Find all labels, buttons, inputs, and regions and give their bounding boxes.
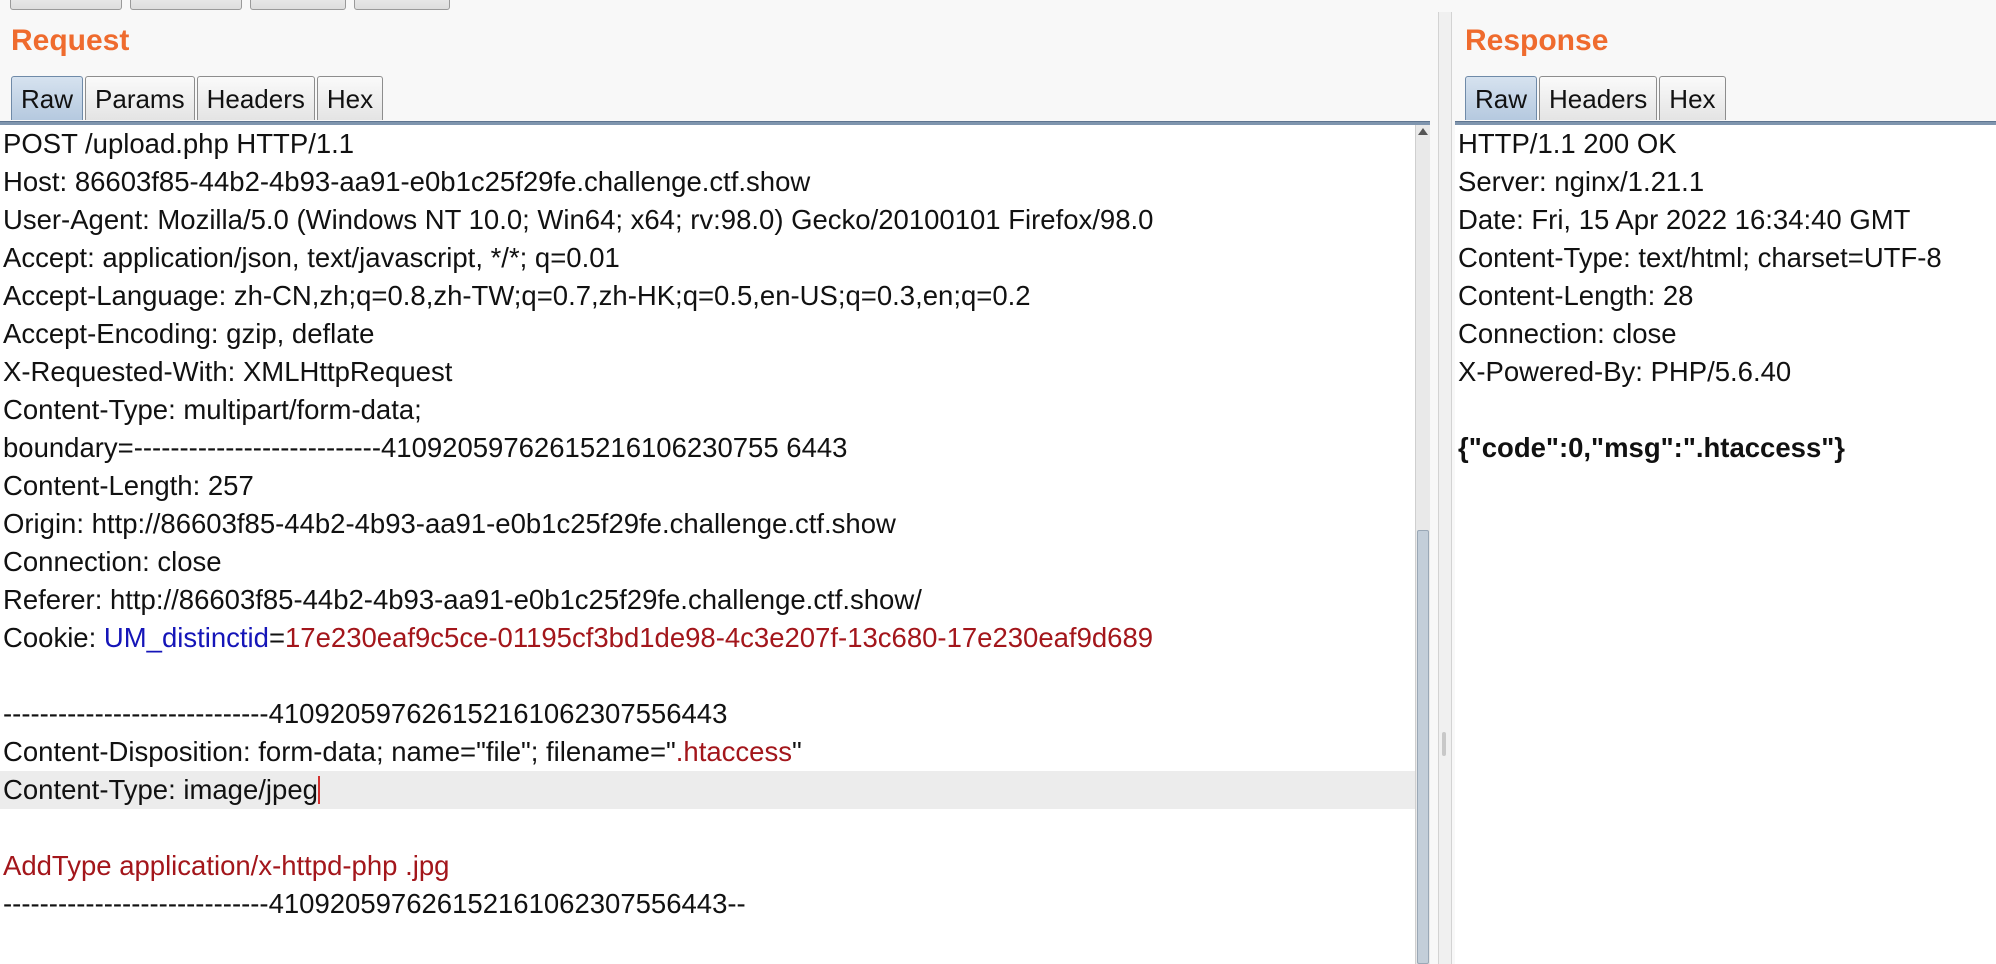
request-line-text: UM_distinctid (103, 622, 269, 653)
response-line: {"code":0,"msg":".htaccess"} (1455, 429, 1996, 467)
request-line-text: User-Agent: Mozilla/5.0 (Windows NT 10.0… (3, 204, 1154, 235)
request-line: boundary=---------------------------4109… (0, 429, 1430, 467)
request-line-text: Content-Type: multipart/form-data; (3, 394, 422, 425)
request-line: Accept-Encoding: gzip, deflate (0, 315, 1430, 353)
request-line: User-Agent: Mozilla/5.0 (Windows NT 10.0… (0, 201, 1430, 239)
tab-response-raw[interactable]: Raw (1465, 76, 1538, 120)
response-editor[interactable]: HTTP/1.1 200 OK Server: nginx/1.21.1 Date:… (1455, 125, 1996, 964)
request-line (0, 657, 1430, 695)
request-line-text: Content-Type: image/jpeg (3, 774, 318, 805)
request-line-text: -----------------------------41092059762… (3, 888, 746, 919)
response-line: Date: Fri, 15 Apr 2022 16:34:40 GMT (1455, 201, 1996, 239)
request-line: X-Requested-With: XMLHttpRequest (0, 353, 1430, 391)
request-scroll-thumb[interactable] (1417, 530, 1429, 964)
scroll-up-icon[interactable] (1418, 128, 1428, 135)
request-line-text: Accept-Language: zh-CN,zh;q=0.8,zh-TW;q=… (3, 280, 1031, 311)
text-caret (317, 776, 320, 804)
request-editor[interactable]: POST /upload.php HTTP/1.1 Host: 86603f85-… (0, 125, 1430, 964)
request-line-text: Content-Length: 257 (3, 470, 254, 501)
request-line: Accept-Language: zh-CN,zh;q=0.8,zh-TW;q=… (0, 277, 1430, 315)
request-line-text: Cookie: (3, 622, 104, 653)
tab-request-headers[interactable]: Headers (196, 76, 315, 120)
request-line-text: AddType application/x-httpd-php .jpg (3, 850, 450, 881)
request-scrollbar[interactable] (1415, 125, 1430, 964)
request-line-text: = (268, 622, 286, 653)
response-line-text: Content-Type: text/html; charset=UTF-8 (1458, 242, 1942, 273)
request-line: Content-Type: multipart/form-data; (0, 391, 1430, 429)
divider-grip-icon[interactable] (1442, 732, 1446, 756)
tab-response-hex[interactable]: Hex (1659, 76, 1726, 120)
response-line: Server: nginx/1.21.1 (1455, 163, 1996, 201)
request-line: Content-Length: 257 (0, 467, 1430, 505)
response-line-text: Server: nginx/1.21.1 (1458, 166, 1705, 197)
response-line-text: Connection: close (1458, 318, 1677, 349)
request-line-text: POST /upload.php HTTP/1.1 (3, 128, 355, 159)
tab-request-hex[interactable]: Hex (316, 76, 384, 120)
request-line: Cookie: UM_distinctid=17e230eaf9c5ce-011… (0, 619, 1430, 657)
response-line: X-Powered-By: PHP/5.6.40 (1455, 353, 1996, 391)
response-line: Connection: close (1455, 315, 1996, 353)
request-line: AddType application/x-httpd-php .jpg (0, 847, 1430, 885)
request-line-text: -----------------------------41092059762… (3, 698, 728, 729)
request-line-text: .htaccess (675, 736, 792, 767)
request-line-text: boundary=---------------------------4109… (3, 432, 848, 463)
response-line: HTTP/1.1 200 OK (1455, 125, 1996, 163)
tab-response-headers[interactable]: Headers (1539, 76, 1658, 120)
response-line-text: Content-Length: 28 (1458, 280, 1694, 311)
tab-request-raw[interactable]: Raw (11, 76, 84, 120)
request-line-text: 17e230eaf9c5ce-01195cf3bd1de98-4c3e207f-… (285, 622, 1154, 653)
toolbar-button-1[interactable] (10, 0, 122, 10)
response-line: Content-Type: text/html; charset=UTF-8 (1455, 239, 1996, 277)
request-title: Request (11, 24, 130, 57)
request-line: Host: 86603f85-44b2-4b93-aa91-e0b1c25f29… (0, 163, 1430, 201)
request-line: Referer: http://86603f85-44b2-4b93-aa91-… (0, 581, 1430, 619)
request-line: Content-Type: image/jpeg (0, 771, 1430, 809)
response-line-text: X-Powered-By: PHP/5.6.40 (1458, 356, 1792, 387)
request-line-text: " (791, 736, 802, 767)
tab-request-params[interactable]: Params (85, 76, 195, 120)
response-title: Response (1465, 24, 1609, 57)
toolbar-button-4[interactable] (354, 0, 450, 10)
request-tabs: Raw Params Headers Hex (11, 76, 384, 120)
response-tabs: Raw Headers Hex (1465, 76, 1726, 120)
request-line: Connection: close (0, 543, 1430, 581)
request-line: Accept: application/json, text/javascrip… (0, 239, 1430, 277)
request-line: POST /upload.php HTTP/1.1 (0, 125, 1430, 163)
request-line-text: Referer: http://86603f85-44b2-4b93-aa91-… (3, 584, 922, 615)
request-line: -----------------------------41092059762… (0, 695, 1430, 733)
request-line-text: X-Requested-With: XMLHttpRequest (3, 356, 453, 387)
request-line-text: Content-Disposition: form-data; name="fi… (3, 736, 676, 767)
request-line-text: Connection: close (3, 546, 222, 577)
request-line-text: Origin: http://86603f85-44b2-4b93-aa91-e… (3, 508, 896, 539)
response-lines: HTTP/1.1 200 OK Server: nginx/1.21.1 Date:… (1455, 125, 1996, 467)
toolbar-button-2[interactable] (130, 0, 242, 10)
request-line-text: Accept: application/json, text/javascrip… (3, 242, 620, 273)
request-line: Origin: http://86603f85-44b2-4b93-aa91-e… (0, 505, 1430, 543)
request-line-text: Host: 86603f85-44b2-4b93-aa91-e0b1c25f29… (3, 166, 811, 197)
panel-divider[interactable] (1438, 12, 1452, 964)
response-line-text: {"code":0,"msg":".htaccess"} (1458, 432, 1845, 463)
response-line: Content-Length: 28 (1455, 277, 1996, 315)
response-line (1455, 391, 1996, 429)
request-lines: POST /upload.php HTTP/1.1 Host: 86603f85-… (0, 125, 1430, 923)
request-line: -----------------------------41092059762… (0, 885, 1430, 923)
request-line (0, 809, 1430, 847)
response-line-text: Date: Fri, 15 Apr 2022 16:34:40 GMT (1458, 204, 1911, 235)
request-line: Content-Disposition: form-data; name="fi… (0, 733, 1430, 771)
response-line-text: HTTP/1.1 200 OK (1458, 128, 1677, 159)
request-line-text: Accept-Encoding: gzip, deflate (3, 318, 375, 349)
toolbar-button-3[interactable] (250, 0, 346, 10)
